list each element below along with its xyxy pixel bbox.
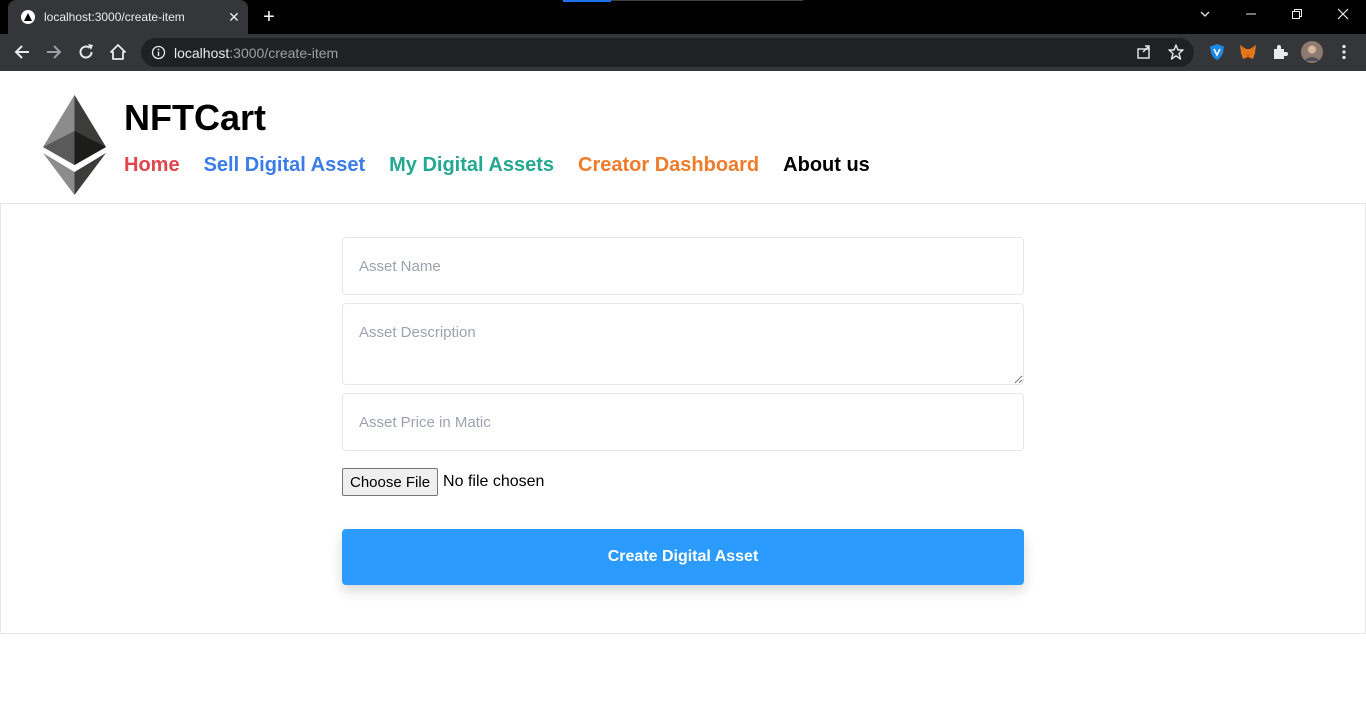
window-drag-line — [611, 0, 803, 1]
tab-search-icon[interactable] — [1195, 6, 1215, 26]
favicon-icon — [21, 10, 35, 24]
url-text: localhost:3000/create-item — [174, 45, 338, 61]
profile-avatar[interactable] — [1301, 41, 1323, 63]
browser-tab-active[interactable]: localhost:3000/create-item ✕ — [8, 0, 248, 34]
nav-my-digital-assets[interactable]: My Digital Assets — [389, 154, 554, 177]
site-info-icon[interactable] — [151, 45, 166, 60]
back-icon[interactable] — [12, 42, 32, 62]
address-bar[interactable]: localhost:3000/create-item — [141, 38, 1194, 67]
forward-icon[interactable] — [44, 42, 64, 62]
tab-close-icon[interactable]: ✕ — [226, 9, 242, 25]
file-status-text: No file chosen — [443, 473, 545, 490]
reload-icon[interactable] — [76, 42, 96, 62]
main-nav: Home Sell Digital Asset My Digital Asset… — [124, 154, 894, 177]
restore-icon[interactable] — [1287, 6, 1307, 26]
url-host: localhost — [174, 45, 230, 61]
asset-name-input[interactable] — [342, 237, 1024, 295]
nav-creator-dashboard[interactable]: Creator Dashboard — [578, 154, 759, 177]
nav-home[interactable]: Home — [124, 154, 180, 177]
choose-file-button[interactable]: Choose File — [342, 468, 439, 496]
extension-shield-icon[interactable] — [1207, 42, 1227, 62]
site-header: NFTCart Home Sell Digital Asset My Digit… — [0, 71, 1366, 204]
window-drag-accent — [563, 0, 611, 2]
nav-about-us[interactable]: About us — [783, 154, 870, 177]
minimize-icon[interactable] — [1241, 6, 1261, 26]
browser-menu-icon[interactable] — [1334, 42, 1354, 62]
asset-price-input[interactable] — [342, 393, 1024, 451]
home-icon[interactable] — [108, 42, 128, 62]
ethereum-logo-icon — [43, 95, 106, 195]
create-digital-asset-button[interactable]: Create Digital Asset — [342, 529, 1024, 585]
browser-toolbar: localhost:3000/create-item — [0, 34, 1366, 71]
extensions-puzzle-icon[interactable] — [1270, 42, 1290, 62]
asset-description-input[interactable] — [342, 303, 1024, 385]
bookmark-star-icon[interactable] — [1167, 43, 1187, 63]
tab-title: localhost:3000/create-item — [44, 10, 185, 24]
brand-title: NFTCart — [124, 97, 266, 138]
browser-tabstrip: localhost:3000/create-item ✕ + — [0, 0, 1366, 34]
url-path: :3000/create-item — [229, 45, 339, 61]
nav-sell-digital-asset[interactable]: Sell Digital Asset — [204, 154, 366, 177]
share-icon[interactable] — [1135, 43, 1155, 63]
window-close-icon[interactable] — [1333, 6, 1353, 26]
file-picker: Choose File No file chosen — [342, 468, 544, 496]
page: NFTCart Home Sell Digital Asset My Digit… — [0, 71, 1366, 725]
new-tab-button[interactable]: + — [259, 7, 279, 27]
metamask-fox-icon[interactable] — [1238, 42, 1258, 62]
